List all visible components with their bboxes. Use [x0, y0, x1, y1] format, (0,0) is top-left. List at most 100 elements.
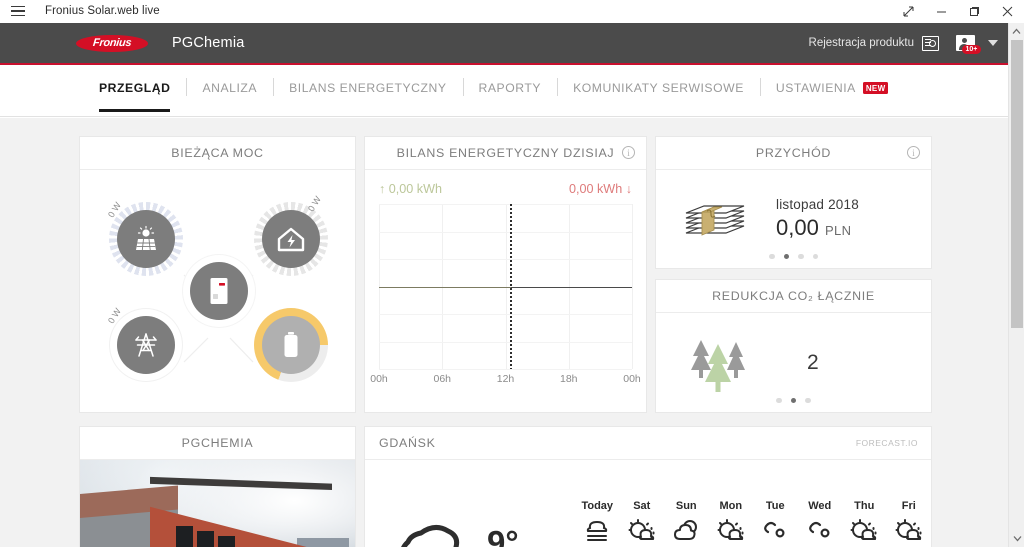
tab-przeglad[interactable]: PRZEGLĄD [83, 65, 186, 112]
tab-komunikaty-serwisowe[interactable]: KOMUNIKATY SERWISOWE [557, 65, 760, 111]
carousel-dot[interactable] [790, 397, 797, 403]
weather-forecast-list: Today Sat13° Sun Mon Tue14° Wed Thu Fri [575, 460, 931, 547]
chart-x-tick-label: 06h [433, 373, 452, 385]
tab-analiza[interactable]: ANALIZA [186, 65, 273, 111]
card-header: PRZYCHÓD i [656, 137, 931, 170]
scroll-up-arrow[interactable] [1009, 23, 1024, 40]
weather-day[interactable]: Thu [842, 500, 887, 547]
certificate-icon[interactable] [922, 35, 939, 51]
expand-icon[interactable] [892, 0, 925, 23]
weather-day[interactable]: Wed [798, 500, 843, 547]
tab-bilans-energetyczny[interactable]: BILANS ENERGETYCZNY [273, 65, 462, 111]
chart-x-tick-label: 12h [496, 373, 515, 385]
main-navigation: PRZEGLĄD ANALIZA BILANS ENERGETYCZNY RAP… [0, 65, 1008, 117]
close-icon[interactable] [991, 0, 1024, 23]
photo-far-building [297, 538, 349, 547]
chart-now-line [509, 204, 512, 369]
weather-day-name: Today [581, 500, 614, 512]
chart-gridline-horizontal [379, 231, 632, 233]
energy-flow-diagram: 0 W 0 W 0 W [80, 170, 357, 413]
house-icon [262, 210, 320, 268]
weather-day-name: Sun [675, 500, 697, 512]
carousel-dot[interactable] [769, 253, 775, 259]
tab-ustawienia[interactable]: USTAWIENIA NEW [759, 65, 905, 111]
carousel-dot[interactable] [776, 397, 782, 403]
weather-day[interactable]: Tue14° [753, 500, 798, 547]
energy-fed-in-value: ↑ 0,00 kWh [379, 182, 442, 196]
weather-day[interactable]: Mon [709, 500, 754, 547]
weather-day[interactable]: Sun [664, 500, 709, 547]
partly-sunny-icon [620, 518, 665, 544]
notification-badge: 10+ [962, 45, 981, 54]
photo-solar-panel [176, 526, 193, 547]
maximize-icon[interactable] [958, 0, 991, 23]
weather-current: 9° and rising [365, 460, 575, 547]
carousel-dot[interactable] [783, 253, 789, 259]
weather-day[interactable]: Today [575, 500, 620, 547]
tab-label: BILANS ENERGETYCZNY [289, 81, 447, 95]
revenue-value: 0,00 [776, 215, 819, 240]
card-revenue: PRZYCHÓD i listopad 2018 0,00 PLN [655, 136, 932, 269]
solar-panel-icon [117, 210, 175, 268]
info-icon[interactable]: i [907, 146, 920, 159]
weather-day-name: Thu [854, 500, 875, 512]
flow-node-house[interactable]: 0 W [254, 194, 328, 276]
card-title: BILANS ENERGETYCZNY DZISIAJ [396, 146, 615, 160]
tab-raporty[interactable]: RAPORTY [462, 65, 558, 111]
weather-header: GDAŃSK FORECAST.IO [365, 427, 931, 460]
revenue-text: listopad 2018 0,00 PLN [776, 197, 859, 241]
cloud-icon [401, 525, 460, 547]
tab-label: ANALIZA [202, 81, 258, 95]
weather-day-name: Fri [901, 500, 916, 512]
fronius-logo[interactable]: Fronius [76, 34, 148, 52]
scrollbar-thumb[interactable] [1011, 40, 1023, 328]
partly-sunny-icon [887, 518, 932, 544]
hamburger-icon[interactable] [11, 5, 25, 17]
card-energy-balance: BILANS ENERGETYCZNY DZISIAJ i ↑ 0,00 kWh… [364, 136, 647, 413]
chart-plot-area [379, 204, 633, 370]
card-title: REDUKCJA CO₂ ŁĄCZNIE [712, 289, 875, 303]
wind-icon [798, 518, 843, 544]
co2-carousel-dots[interactable] [656, 397, 931, 403]
dashboard-content: BIEŻĄCA MOC 0 W 0 W 0 W BILANS ENERGETYC… [0, 118, 1008, 547]
balance-summary: ↑ 0,00 kWh 0,00 kWh ↓ [365, 170, 646, 200]
trees-icon [691, 339, 745, 392]
flow-node-solar[interactable]: 0 W [106, 200, 183, 276]
product-registration-label[interactable]: Rejestracja produktu [809, 37, 914, 49]
carousel-dot[interactable] [812, 253, 818, 259]
account-button[interactable]: 10+ [956, 35, 981, 54]
flow-node-battery[interactable] [254, 308, 328, 382]
window-titlebar: Fronius Solar.web live [0, 0, 1024, 23]
minimize-icon[interactable] [925, 0, 958, 23]
weather-body: 9° and rising Today Sat13° Sun Mon Tue14° Wed… [365, 460, 931, 547]
weather-day-name: Tue [765, 500, 785, 512]
carousel-dot[interactable] [798, 253, 804, 259]
weather-city: GDAŃSK [379, 436, 436, 450]
vertical-scrollbar[interactable] [1008, 23, 1024, 547]
card-header: BILANS ENERGETYCZNY DZISIAJ i [365, 137, 646, 170]
revenue-carousel-dots[interactable] [656, 253, 931, 259]
flow-node-inverter[interactable] [182, 254, 256, 328]
revenue-amount: 0,00 PLN [776, 215, 859, 241]
photo-solar-panel [197, 531, 214, 547]
carousel-dot[interactable] [805, 397, 811, 403]
card-co2-reduction: REDUKCJA CO₂ ŁĄCZNIE 2 [655, 279, 932, 413]
info-icon[interactable]: i [622, 146, 635, 159]
chart-x-tick-label: 18h [559, 373, 578, 385]
chart-gridline-horizontal [379, 204, 632, 205]
weather-temperature: 9° [487, 524, 519, 547]
weather-day[interactable]: Sat13° [620, 500, 665, 547]
scroll-down-arrow[interactable] [1009, 530, 1024, 547]
chart-series-baseline [510, 286, 632, 288]
card-title: PRZYCHÓD [755, 146, 832, 160]
chart-gridline-horizontal [379, 341, 632, 343]
weather-day-name: Mon [719, 500, 743, 512]
chevron-down-icon[interactable] [988, 40, 998, 46]
weather-day-name: Sat [633, 500, 651, 512]
weather-day[interactable]: Fri [887, 500, 932, 547]
chart-gridline-horizontal [379, 259, 632, 260]
tab-label: KOMUNIKATY SERWISOWE [573, 81, 744, 95]
card-header: REDUKCJA CO₂ ŁĄCZNIE [656, 280, 931, 313]
cloudy-icon [664, 518, 709, 544]
flow-node-grid[interactable]: 0 W [106, 306, 183, 382]
